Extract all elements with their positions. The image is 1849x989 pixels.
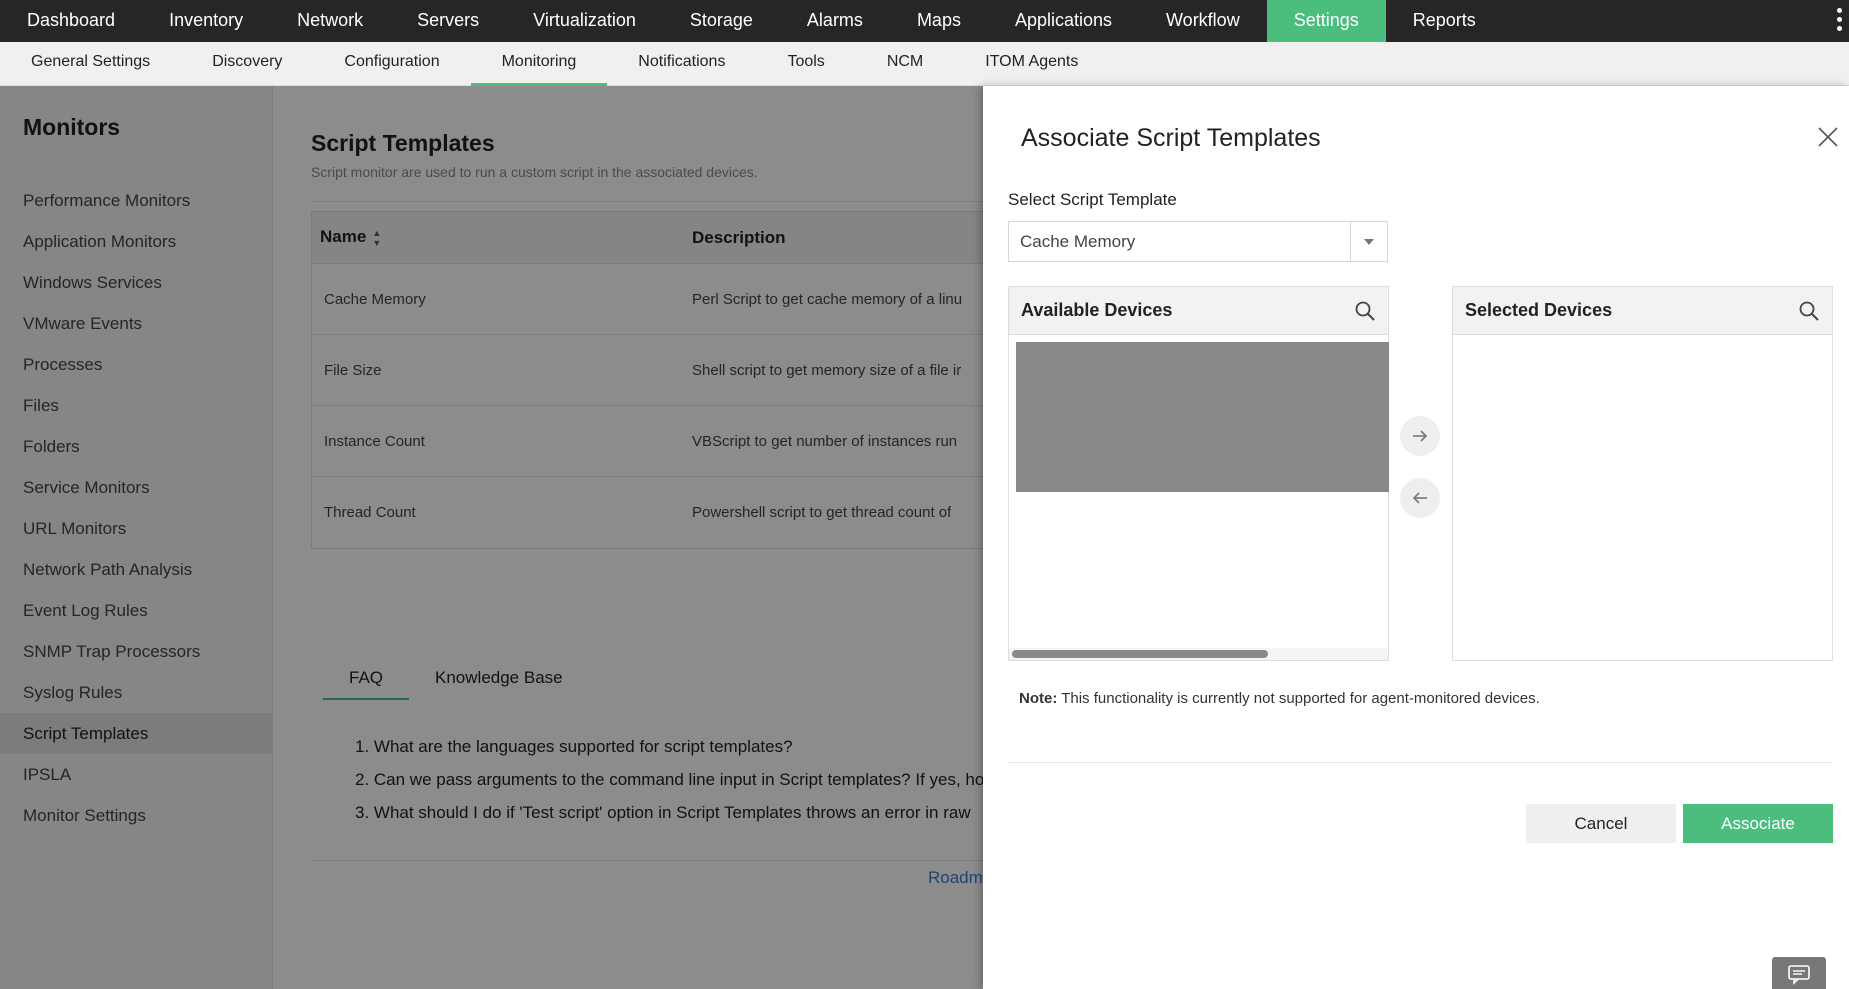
subnav-item-tools[interactable]: Tools bbox=[756, 42, 855, 86]
close-icon[interactable] bbox=[1815, 124, 1841, 150]
chevron-down-icon[interactable] bbox=[1350, 222, 1387, 261]
available-devices-title: Available Devices bbox=[1021, 300, 1173, 320]
note-label: Note: bbox=[1019, 690, 1058, 707]
subnav-item-configuration[interactable]: Configuration bbox=[313, 42, 470, 86]
search-icon[interactable] bbox=[1798, 300, 1820, 322]
topnav-item-applications[interactable]: Applications bbox=[988, 0, 1139, 42]
available-devices-list[interactable] bbox=[1016, 342, 1389, 492]
arrow-left-icon bbox=[1412, 492, 1427, 504]
topnav-item-dashboard[interactable]: Dashboard bbox=[0, 0, 142, 42]
select-template-label: Select Script Template bbox=[1008, 190, 1177, 209]
script-template-select[interactable]: Cache Memory bbox=[1008, 221, 1388, 262]
topnav-item-alarms[interactable]: Alarms bbox=[780, 0, 890, 42]
topnav-item-network[interactable]: Network bbox=[270, 0, 390, 42]
associate-button[interactable]: Associate bbox=[1683, 804, 1833, 843]
move-left-button[interactable] bbox=[1400, 478, 1440, 518]
panel-title: Associate Script Templates bbox=[1021, 124, 1321, 152]
arrow-right-icon bbox=[1413, 430, 1428, 442]
subnav-item-ncm[interactable]: NCM bbox=[856, 42, 954, 86]
modal-backdrop[interactable] bbox=[0, 86, 983, 989]
selected-devices-box: Selected Devices bbox=[1452, 286, 1833, 661]
more-vertical-icon[interactable] bbox=[1837, 8, 1843, 31]
chat-icon[interactable] bbox=[1772, 957, 1826, 989]
search-icon[interactable] bbox=[1354, 300, 1376, 322]
selected-devices-title: Selected Devices bbox=[1465, 300, 1613, 320]
horizontal-scrollbar[interactable] bbox=[1012, 650, 1268, 658]
divider bbox=[1008, 762, 1833, 763]
topnav-item-workflow[interactable]: Workflow bbox=[1139, 0, 1267, 42]
move-right-button[interactable] bbox=[1400, 416, 1440, 456]
topnav-item-servers[interactable]: Servers bbox=[390, 0, 506, 42]
topnav-item-reports[interactable]: Reports bbox=[1386, 0, 1503, 42]
cancel-button[interactable]: Cancel bbox=[1526, 804, 1676, 843]
selected-devices-header: Selected Devices bbox=[1453, 287, 1832, 335]
top-navigation: Dashboard Inventory Network Servers Virt… bbox=[0, 0, 1849, 42]
note-text: This functionality is currently not supp… bbox=[1057, 690, 1540, 707]
subnav-item-itom-agents[interactable]: ITOM Agents bbox=[954, 42, 1109, 86]
script-template-select-value: Cache Memory bbox=[1020, 232, 1136, 251]
topnav-item-maps[interactable]: Maps bbox=[890, 0, 988, 42]
subnav-item-discovery[interactable]: Discovery bbox=[181, 42, 313, 86]
topnav-item-virtualization[interactable]: Virtualization bbox=[506, 0, 663, 42]
available-devices-box: Available Devices bbox=[1008, 286, 1389, 661]
topnav-item-settings[interactable]: Settings bbox=[1266, 0, 1386, 42]
subnav-item-notifications[interactable]: Notifications bbox=[607, 42, 756, 86]
support-note: Note: This functionality is currently no… bbox=[1019, 690, 1540, 707]
subnav-item-general-settings[interactable]: General Settings bbox=[0, 42, 181, 86]
associate-script-templates-panel: Associate Script Templates Select Script… bbox=[983, 86, 1849, 989]
topnav-item-storage[interactable]: Storage bbox=[663, 0, 780, 42]
subnav-item-monitoring[interactable]: Monitoring bbox=[470, 42, 608, 86]
topnav-item-inventory[interactable]: Inventory bbox=[142, 0, 270, 42]
available-devices-header: Available Devices bbox=[1009, 287, 1388, 335]
sub-navigation: General Settings Discovery Configuration… bbox=[0, 42, 1849, 86]
